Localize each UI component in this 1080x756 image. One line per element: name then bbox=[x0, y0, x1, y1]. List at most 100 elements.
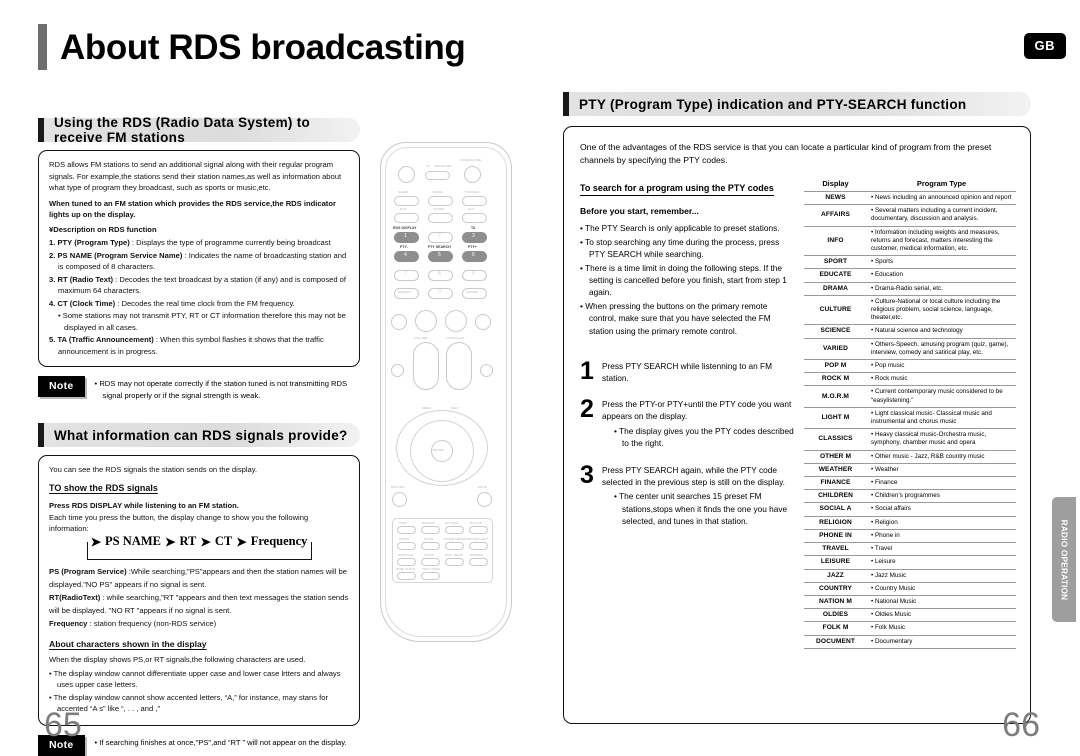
numeric-key-label-2: 2 bbox=[438, 233, 441, 239]
step-button-icon bbox=[397, 526, 416, 534]
flow-arrow-icon: ➤ bbox=[90, 534, 102, 549]
remote-label-dvd: DVD bbox=[400, 207, 407, 211]
pty-display-code: EDUCATE bbox=[804, 268, 867, 283]
table-row: AFFAIRS • Several matters including a cur… bbox=[804, 204, 1016, 227]
table-row: POP M • Pop music bbox=[804, 359, 1016, 374]
rt-definition-bold: RT(RadioText) bbox=[49, 592, 101, 602]
pty-program-type: • Natural science and technology bbox=[867, 324, 1016, 339]
return-button-icon bbox=[392, 492, 407, 507]
table-row: DRAMA • Drama-Radio serial, etc. bbox=[804, 281, 1016, 296]
before-bullet: • The PTY Search is only applicable to p… bbox=[580, 223, 780, 234]
numeric-key-label-8: 8 bbox=[438, 271, 441, 277]
pty-search-sub-heading: To search for a program using the PTY co… bbox=[580, 183, 774, 196]
power-button-icon bbox=[398, 166, 415, 183]
remote-control-illustration: OPEN/CLOSE TV RECEIVER SLEEP MODE TV/VID… bbox=[372, 132, 562, 662]
pty-display-code: CULTURE bbox=[804, 294, 867, 326]
pty-display-code: COUNTRY bbox=[804, 581, 867, 596]
flow-arrow-icon: ➤ bbox=[164, 534, 176, 549]
pty-display-code: INFO bbox=[804, 225, 867, 257]
repeat-button-icon bbox=[421, 526, 440, 534]
audio-button-icon bbox=[421, 558, 440, 566]
pty-code-table-pane: Display Program Type NEWS • News includin… bbox=[804, 178, 1016, 649]
open-close-button-icon bbox=[464, 166, 481, 183]
pty-display-code: RELIGION bbox=[804, 515, 867, 530]
table-header-display: Display bbox=[804, 178, 867, 192]
pty-display-code: LEISURE bbox=[804, 555, 867, 570]
list-item-bold: CT (Clock Time) bbox=[57, 298, 116, 308]
pty-display-code: LIGHT M bbox=[804, 406, 867, 430]
table-row: TRAVEL • Travel bbox=[804, 542, 1016, 557]
table-row: CULTURE • Culture-National or local cultu… bbox=[804, 294, 1016, 326]
section-header-pty: PTY (Program Type) indication and PTY-SE… bbox=[563, 92, 1031, 116]
list-item-text: : Displays the type of programme current… bbox=[129, 238, 331, 247]
step-text: Press PTY SEARCH again, while the PTY co… bbox=[602, 464, 785, 487]
rds-description-heading: ¥Description on RDS function bbox=[49, 224, 157, 234]
rds-intro-paragraph-1: RDS allows FM stations to send an additi… bbox=[49, 160, 342, 192]
note-text: • If searching finishes at once,"PS",and… bbox=[94, 737, 347, 747]
numeric-key-label-7: 7 bbox=[404, 271, 407, 277]
remote-label-menu: MENU bbox=[422, 406, 432, 410]
pty-program-type: • Documentary bbox=[867, 634, 1016, 649]
list-sub-item: • Some stations may not transmit PTY, RT… bbox=[58, 311, 346, 332]
ps-definition-bold: PS (Program Service) bbox=[49, 566, 127, 576]
volume-rocker-icon bbox=[413, 342, 439, 390]
ez-view-button-icon bbox=[445, 526, 464, 534]
remote-label-mode: MODE bbox=[433, 190, 443, 194]
table-row: JAZZ • Jazz Music bbox=[804, 568, 1016, 583]
tv-receiver-toggle-icon bbox=[425, 171, 450, 180]
frequency-definition: Frequency : station frequency (non-RDS s… bbox=[49, 617, 349, 630]
remote-label-ez-view: EZ VIEW bbox=[445, 521, 459, 525]
remote-label-step: STEP bbox=[399, 521, 408, 525]
remote-label-enter: ENTER bbox=[433, 448, 444, 452]
note-text: • RDS may not operate correctly if the s… bbox=[94, 379, 348, 400]
pty-display-code: ROCK M bbox=[804, 372, 867, 387]
list-item-bold: TA (Traffic Announcement) bbox=[57, 335, 154, 344]
remote-label-tv-video: TV/VIDEO bbox=[464, 190, 480, 194]
remote-label-pty-search: PTY SEARCH bbox=[428, 245, 451, 249]
tuner-button-icon bbox=[428, 213, 453, 223]
pty-display-code: TRAVEL bbox=[804, 542, 867, 557]
remote-label-tuning-ch: TUNING/CH bbox=[446, 336, 465, 340]
remote-label-tv: TV bbox=[426, 164, 431, 168]
tv-video-button-icon bbox=[462, 196, 487, 206]
aux-button-icon bbox=[462, 213, 487, 223]
remote-label-aux: AUX bbox=[468, 207, 475, 211]
list-item: 4. CT (Clock Time) : Decodes the real ti… bbox=[49, 298, 349, 310]
page-header: About RDS broadcasting bbox=[38, 24, 466, 70]
pty-program-type: • Drama-Radio serial, etc. bbox=[867, 281, 1016, 296]
list-item-num: 2. bbox=[49, 250, 56, 260]
table-row: CHILDREN • Children’s programmes bbox=[804, 489, 1016, 504]
dsp-mode-button-icon bbox=[391, 364, 404, 377]
table-row: LEISURE • Leisure bbox=[804, 555, 1016, 570]
next-track-icon bbox=[475, 314, 491, 330]
pty-program-type: • National Music bbox=[867, 594, 1016, 610]
test-tone-button-icon bbox=[421, 572, 440, 580]
remote-label-test-tone: TEST TONE bbox=[422, 567, 441, 571]
step-item: 1 Press PTY SEARCH while listenning to a… bbox=[580, 359, 796, 385]
header-accent-bar bbox=[38, 24, 47, 70]
numeric-key-label-6: 6 bbox=[472, 252, 475, 258]
flow-arrow-icon: ➤ bbox=[200, 534, 211, 549]
frequency-definition-bold: Frequency bbox=[49, 618, 88, 628]
pty-intro-paragraph: One of the advantages of the RDS service… bbox=[580, 142, 992, 165]
pty-display-code: M.O.R.M bbox=[804, 385, 867, 408]
rds-signals-box: You can see the RDS signals the station … bbox=[38, 455, 360, 726]
list-item: 2. PS NAME (Program Service Name) : Indi… bbox=[49, 250, 349, 273]
pty-code-table: Display Program Type NEWS • News includin… bbox=[804, 178, 1016, 649]
remote-label-tuner: TUNER bbox=[433, 207, 445, 211]
remote-label-remain: REMAIN bbox=[398, 290, 411, 294]
remote-label-p-scan: P/SCAN bbox=[470, 521, 483, 525]
pty-display-code: OLDIES bbox=[804, 608, 867, 623]
page-number-right: 66 bbox=[1002, 706, 1040, 744]
pty-display-code: FINANCE bbox=[804, 476, 867, 491]
remote-label-open-close: OPEN/CLOSE bbox=[460, 158, 482, 162]
flow-step-ct: CT bbox=[214, 534, 233, 548]
before-bullet: • To stop searching any time during the … bbox=[580, 236, 780, 260]
pty-program-type: • Education bbox=[867, 268, 1016, 283]
ps-definition: PS (Program Service) :While searching,"P… bbox=[49, 565, 349, 591]
pty-program-type: • Light classical music- Classical music… bbox=[867, 406, 1016, 430]
table-row: M.O.R.M • Current contemporary music cons… bbox=[804, 385, 1016, 408]
pty-display-code: PHONE IN bbox=[804, 528, 867, 544]
pty-program-type: • Travel bbox=[867, 542, 1016, 557]
sound-edit-button-icon bbox=[469, 542, 488, 550]
